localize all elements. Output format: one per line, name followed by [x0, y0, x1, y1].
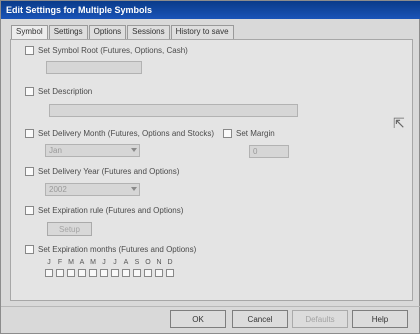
- month-checkbox[interactable]: [144, 269, 152, 277]
- mouse-cursor-icon: ⇱: [393, 115, 405, 131]
- delivery-year-select[interactable]: 2002: [45, 183, 140, 196]
- month-letter: O: [145, 259, 151, 266]
- margin-checkbox[interactable]: [223, 129, 232, 138]
- chevron-down-icon: [131, 187, 137, 191]
- dialog-title: Edit Settings for Multiple Symbols: [1, 1, 420, 19]
- delivery-year-checkbox[interactable]: [25, 167, 34, 176]
- delivery-year-label: Set Delivery Year (Futures and Options): [38, 167, 180, 176]
- delivery-year-value: 2002: [49, 185, 67, 194]
- margin-label: Set Margin: [236, 129, 275, 138]
- month-checkbox[interactable]: [155, 269, 163, 277]
- expiration-month-checkboxes: [45, 269, 174, 277]
- month-letter: M: [90, 259, 96, 266]
- tab-symbol[interactable]: Symbol: [11, 25, 48, 40]
- month-letter: J: [47, 259, 51, 266]
- month-checkbox[interactable]: [133, 269, 141, 277]
- month-checkbox[interactable]: [111, 269, 119, 277]
- symbol-root-input[interactable]: [46, 61, 142, 74]
- month-checkbox[interactable]: [166, 269, 174, 277]
- symbol-root-checkbox[interactable]: [25, 46, 34, 55]
- tab-options[interactable]: Options: [88, 25, 127, 39]
- tab-history-to-save[interactable]: History to save: [170, 25, 234, 39]
- expiration-rule-checkbox[interactable]: [25, 206, 34, 215]
- month-letter: S: [134, 259, 140, 266]
- month-checkbox[interactable]: [78, 269, 86, 277]
- symbol-root-label: Set Symbol Root (Futures, Options, Cash): [38, 46, 188, 55]
- margin-input[interactable]: 0: [249, 145, 289, 158]
- month-letter: J: [102, 259, 106, 266]
- footer-divider: [1, 306, 420, 307]
- delivery-month-value: Jan: [49, 146, 62, 155]
- month-letter: D: [167, 259, 173, 266]
- description-checkbox[interactable]: [25, 87, 34, 96]
- month-checkbox[interactable]: [56, 269, 64, 277]
- delivery-month-checkbox[interactable]: [25, 129, 34, 138]
- month-checkbox[interactable]: [100, 269, 108, 277]
- help-button[interactable]: Help: [352, 310, 408, 328]
- delivery-month-select[interactable]: Jan: [45, 144, 140, 157]
- chevron-down-icon: [131, 148, 137, 152]
- edit-settings-dialog: Edit Settings for Multiple Symbols Symbo…: [0, 0, 420, 334]
- expiration-rule-setup-button[interactable]: Setup: [47, 222, 92, 236]
- defaults-button[interactable]: Defaults: [292, 310, 348, 328]
- month-checkbox[interactable]: [45, 269, 53, 277]
- month-letter: N: [156, 259, 162, 266]
- expiration-rule-label: Set Expiration rule (Futures and Options…: [38, 206, 184, 215]
- month-checkbox[interactable]: [89, 269, 97, 277]
- month-letter: A: [123, 259, 129, 266]
- expiration-month-letters: J F M A M J J A S O N D: [45, 259, 174, 266]
- month-checkbox[interactable]: [122, 269, 130, 277]
- cancel-button[interactable]: Cancel: [232, 310, 288, 328]
- month-letter: M: [68, 259, 74, 266]
- tab-sessions[interactable]: Sessions: [127, 25, 170, 39]
- delivery-month-label: Set Delivery Month (Futures, Options and…: [38, 129, 215, 138]
- ok-button[interactable]: OK: [170, 310, 226, 328]
- month-checkbox[interactable]: [67, 269, 75, 277]
- month-letter: F: [57, 259, 63, 266]
- description-label: Set Description: [38, 87, 93, 96]
- expiration-months-checkbox[interactable]: [25, 245, 34, 254]
- tab-strip: Symbol Settings Options Sessions History…: [11, 25, 235, 40]
- description-input[interactable]: [49, 104, 298, 117]
- expiration-months-label: Set Expiration months (Futures and Optio…: [38, 245, 197, 254]
- month-letter: J: [113, 259, 117, 266]
- month-letter: A: [79, 259, 85, 266]
- tab-settings[interactable]: Settings: [48, 25, 88, 39]
